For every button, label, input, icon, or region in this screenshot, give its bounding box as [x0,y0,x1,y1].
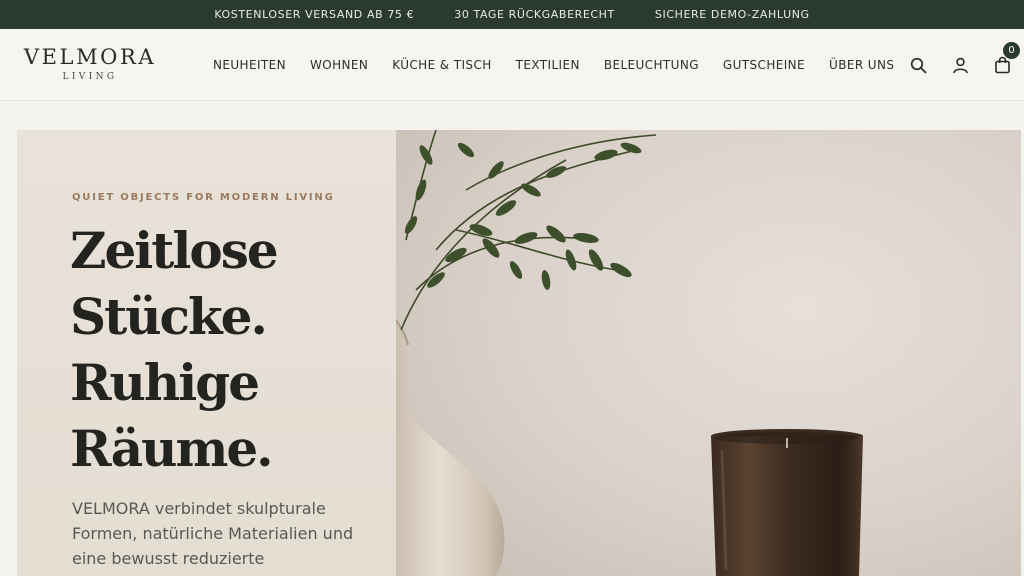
account-icon[interactable] [950,55,970,75]
header-actions: 0 [908,29,1020,101]
nav-ueber-uns[interactable]: ÜBER UNS [829,58,894,72]
headline-line: Zeitlose [70,221,279,280]
announcement-bar: KOSTENLOSER VERSAND AB 75 € 30 TAGE RÜCK… [0,0,1024,29]
nav-kueche-tisch[interactable]: KÜCHE & TISCH [392,58,491,72]
headline-line: Stücke. [70,287,268,346]
nav-wohnen[interactable]: WOHNEN [310,58,368,72]
announcement-payment: SICHERE DEMO-ZAHLUNG [654,8,810,21]
headline-line: Ruhige [70,353,260,412]
hero-lead-text: VELMORA verbindet skulpturale Formen, na… [72,499,354,568]
hero-photo-illustration [396,130,1021,576]
nav-textilien[interactable]: TEXTILIEN [516,58,580,72]
announcement-shipping: KOSTENLOSER VERSAND AB 75 € [214,8,415,21]
cart-count-badge: 0 [1003,42,1020,59]
logo[interactable]: VELMORA LIVING [20,45,160,82]
search-icon[interactable] [908,55,928,75]
headline-line: Räume. [70,419,274,478]
main-nav: NEUHEITEN WOHNEN KÜCHE & TISCH TEXTILIEN… [213,29,894,101]
announcement-returns: 30 TAGE RÜCKGABERECHT [454,8,615,21]
nav-neuheiten[interactable]: NEUHEITEN [213,58,286,72]
bag-icon[interactable]: 0 [992,42,1020,75]
nav-gutscheine[interactable]: GUTSCHEINE [723,58,805,72]
hero-image [396,130,1021,576]
brand-subtitle: LIVING [62,72,118,82]
hero-text-panel: QUIET OBJECTS FOR MODERN LIVING Zeitlose… [17,130,396,576]
site-header: VELMORA LIVING NEUHEITEN WOHNEN KÜCHE & … [0,29,1024,101]
hero-eyebrow: QUIET OBJECTS FOR MODERN LIVING [72,192,335,203]
brand-name: VELMORA [23,45,157,69]
hero-headline: Zeitlose Stücke. Ruhige Räume. [70,218,390,482]
nav-beleuchtung[interactable]: BELEUCHTUNG [604,58,699,72]
